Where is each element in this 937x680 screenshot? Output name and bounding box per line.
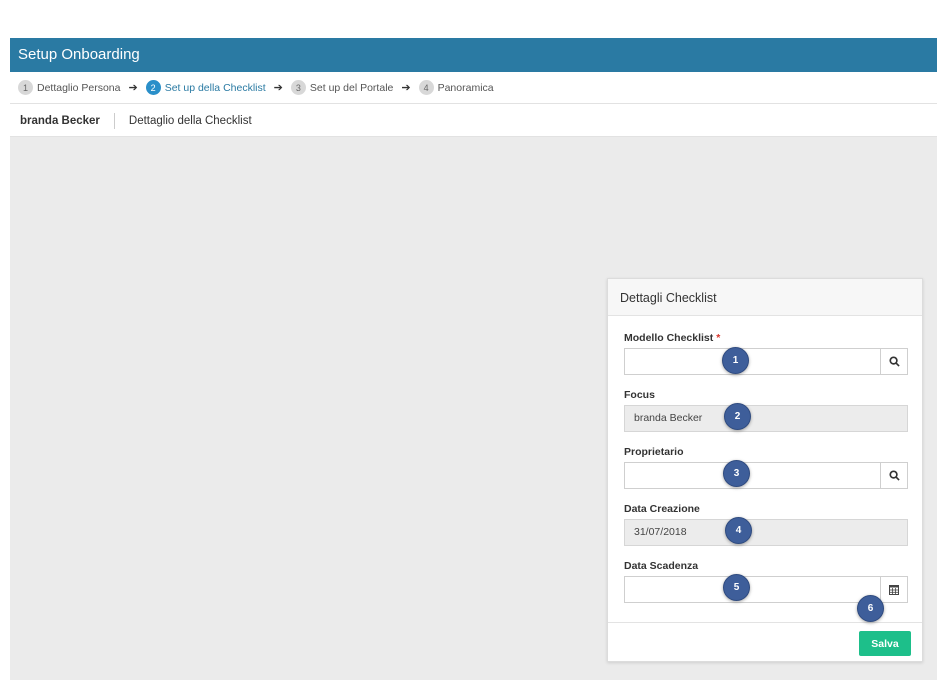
proprietario-label: Proprietario — [624, 446, 684, 458]
data-creazione-label: Data Creazione — [624, 503, 700, 515]
step-number: 3 — [290, 80, 306, 95]
breadcrumb-person[interactable]: branda Becker — [20, 115, 100, 127]
step-number: 1 — [18, 80, 33, 95]
focus-field: branda Becker — [624, 405, 908, 432]
search-icon[interactable] — [880, 349, 907, 374]
step-marker-badge: 3 — [723, 460, 750, 487]
step-marker-badge: 4 — [725, 517, 752, 544]
breadcrumb-page: Dettaglio della Checklist — [128, 114, 252, 127]
data-scadenza-label: Data Scadenza — [624, 560, 699, 572]
arrow-right-icon: ➔ — [273, 82, 283, 94]
focus-label: Focus — [624, 389, 655, 401]
search-icon[interactable] — [880, 463, 907, 488]
step-number: 4 — [418, 80, 434, 95]
step-label: Set up del Portale — [309, 81, 394, 94]
step-marker-badge: 2 — [724, 403, 751, 430]
proprietario-input[interactable] — [624, 462, 908, 489]
step-marker-badge: 6 — [857, 595, 884, 622]
arrow-right-icon: ➔ — [128, 82, 138, 94]
step-dettaglio-persona[interactable]: 1 Dettaglio Persona — [18, 80, 120, 95]
calendar-icon[interactable] — [880, 577, 907, 602]
step-marker-badge: 5 — [723, 574, 750, 601]
modello-checklist-label-text: Modello Checklist — [624, 332, 714, 344]
step-label: Set up della Checklist — [164, 81, 266, 94]
step-label: Panoramica — [437, 81, 494, 94]
breadcrumb-divider — [113, 112, 115, 129]
step-panoramica[interactable]: 4 Panoramica — [418, 80, 494, 95]
arrow-right-icon: ➔ — [401, 82, 411, 94]
save-button[interactable]: Salva — [859, 631, 911, 656]
step-setup-portale[interactable]: 3 Set up del Portale — [290, 80, 394, 95]
page-header: Setup Onboarding — [10, 38, 937, 72]
step-marker-badge: 1 — [722, 347, 749, 374]
data-creazione-field: 31/07/2018 — [624, 519, 908, 546]
panel-title: Dettagli Checklist — [608, 279, 922, 316]
modello-checklist-input[interactable] — [624, 348, 908, 375]
page-title: Setup Onboarding — [18, 46, 140, 63]
required-marker: * — [716, 332, 721, 344]
step-number: 2 — [145, 80, 161, 95]
breadcrumb: branda Becker Dettaglio della Checklist — [10, 105, 937, 137]
wizard-stepper: 1 Dettaglio Persona ➔ 2 Set up della Che… — [10, 72, 937, 104]
panel-footer-divider — [608, 622, 922, 623]
step-label: Dettaglio Persona — [37, 81, 121, 94]
modello-checklist-label: Modello Checklist * — [624, 332, 720, 344]
step-setup-checklist[interactable]: 2 Set up della Checklist — [145, 80, 266, 95]
